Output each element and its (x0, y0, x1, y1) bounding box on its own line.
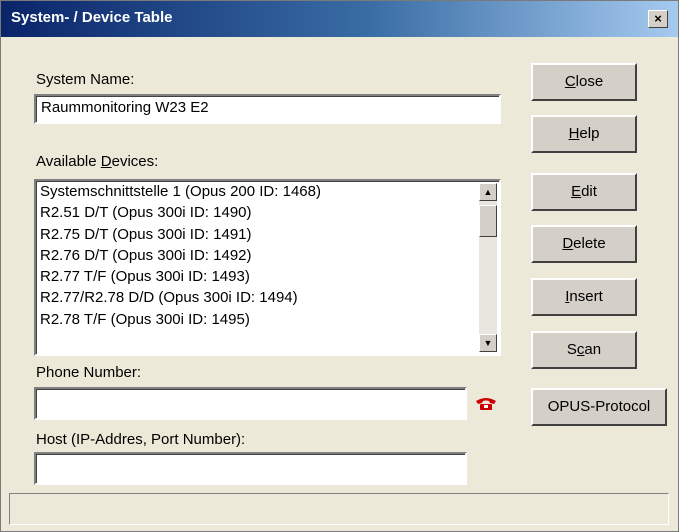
list-item[interactable]: R2.78 T/F (Opus 300i ID: 1495) (36, 309, 499, 330)
devices-listbox[interactable]: Systemschnittstelle 1 (Opus 200 ID: 1468… (34, 179, 501, 356)
list-item[interactable]: R2.51 D/T (Opus 300i ID: 1490) (36, 202, 499, 223)
insert-button[interactable]: Insert (531, 278, 637, 316)
list-item[interactable]: Systemschnittstelle 1 (Opus 200 ID: 1468… (36, 181, 499, 202)
close-button[interactable]: Close (531, 63, 637, 101)
scroll-down-arrow-icon[interactable]: ▼ (479, 334, 497, 352)
edit-button[interactable]: Edit (531, 173, 637, 211)
system-name-label: System Name: (36, 71, 135, 88)
system-name-input[interactable]: Raummonitoring W23 E2 (34, 94, 501, 124)
title-bar[interactable]: System- / Device Table × (1, 1, 678, 37)
scroll-thumb[interactable] (479, 205, 497, 237)
window-title: System- / Device Table (11, 9, 173, 26)
telephone-icon[interactable] (475, 397, 497, 411)
host-input[interactable] (34, 452, 467, 485)
list-item[interactable]: R2.75 D/T (Opus 300i ID: 1491) (36, 224, 499, 245)
host-label: Host (IP-Addres, Port Number): (36, 431, 246, 448)
available-devices-label: Available Devices: (36, 153, 159, 170)
phone-number-label: Phone Number: (36, 364, 142, 381)
delete-button[interactable]: Delete (531, 225, 637, 263)
scroll-up-arrow-icon[interactable]: ▲ (479, 183, 497, 201)
close-window-button[interactable]: × (648, 10, 668, 28)
list-item[interactable]: R2.77/R2.78 D/D (Opus 300i ID: 1494) (36, 287, 499, 308)
opus-protocol-button[interactable]: OPUS-Protocol (531, 388, 667, 426)
list-item[interactable]: R2.77 T/F (Opus 300i ID: 1493) (36, 266, 499, 287)
help-button[interactable]: Help (531, 115, 637, 153)
list-item[interactable]: R2.76 D/T (Opus 300i ID: 1492) (36, 245, 499, 266)
phone-number-input[interactable] (34, 387, 467, 420)
status-bar (9, 493, 669, 525)
devices-scrollbar[interactable]: ▲ ▼ (479, 183, 497, 352)
system-device-table-dialog: System- / Device Table × System Name: Ra… (0, 0, 679, 532)
scan-button[interactable]: Scan (531, 331, 637, 369)
